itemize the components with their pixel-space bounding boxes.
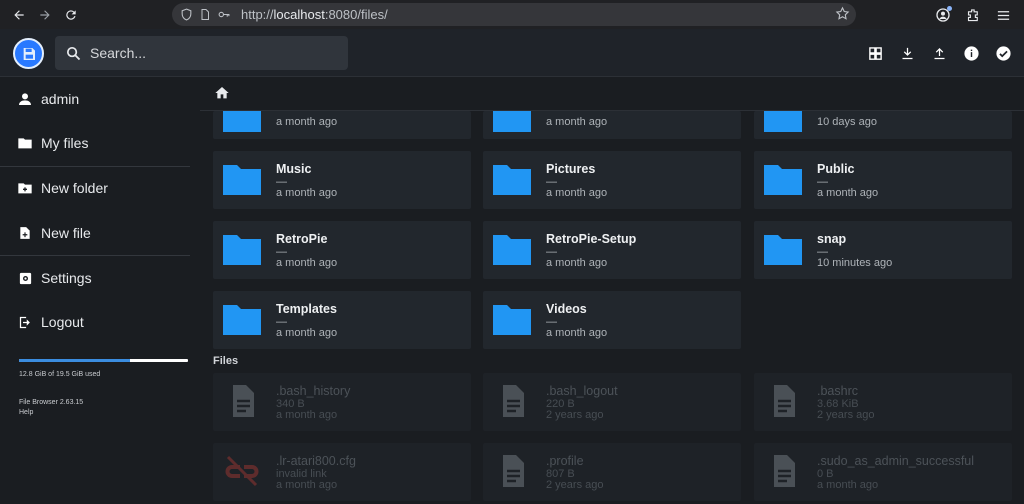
bookmark-star-icon[interactable] (835, 6, 850, 21)
folder-icon (223, 305, 261, 335)
back-icon[interactable] (6, 3, 32, 27)
shield-icon (180, 8, 193, 21)
folder-item[interactable]: Pictures — a month ago (483, 151, 741, 209)
files-section-label: Files (213, 355, 239, 367)
address-bar[interactable]: http://localhost:8080/files/ (172, 3, 856, 26)
key-icon (217, 8, 231, 21)
account-icon[interactable] (932, 4, 954, 26)
folder-item[interactable]: Videos — a month ago (483, 291, 741, 349)
search-icon (65, 45, 82, 62)
file-icon (503, 385, 524, 417)
sidebar-item-my-files[interactable]: My files (0, 123, 190, 163)
folder-item[interactable]: Templates — a month ago (213, 291, 471, 349)
storage-usage-bar (19, 359, 188, 362)
file-item[interactable]: .sudo_as_admin_successful 0 B a month ag… (754, 443, 1012, 501)
menu-icon[interactable] (992, 4, 1014, 26)
sidebar-item-new-folder[interactable]: New folder (0, 168, 190, 208)
sidebar-item-label: New folder (41, 180, 108, 196)
file-item[interactable]: .bash_logout 220 B 2 years ago (483, 373, 741, 431)
file-item[interactable]: .profile 807 B 2 years ago (483, 443, 741, 501)
file-icon (774, 385, 795, 417)
sidebar: admin My files New folder New file Setti… (0, 77, 200, 504)
folder-icon (223, 235, 261, 265)
app-header (0, 29, 1024, 77)
folder-icon (223, 165, 261, 195)
sidebar-divider (0, 255, 190, 256)
info-icon[interactable] (959, 41, 984, 66)
folder-item[interactable]: a month ago (213, 102, 471, 139)
folder-icon (493, 165, 531, 195)
file-icon (233, 385, 254, 417)
search-input[interactable] (90, 45, 320, 61)
sidebar-item-settings[interactable]: Settings (0, 258, 190, 298)
file-item[interactable]: .bashrc 3.68 KiB 2 years ago (754, 373, 1012, 431)
folder-item[interactable]: Music — a month ago (213, 151, 471, 209)
check-icon[interactable] (991, 41, 1016, 66)
reload-icon[interactable] (58, 3, 84, 27)
sidebar-item-label: Logout (41, 314, 84, 330)
settings-icon (16, 271, 34, 286)
logout-icon (16, 315, 34, 330)
filebrowser-logo[interactable] (13, 38, 44, 69)
folder-item[interactable]: snap — 10 minutes ago (754, 221, 1012, 279)
folder-item[interactable]: 10 days ago (754, 102, 1012, 139)
new-file-icon (16, 225, 34, 241)
sidebar-item-label: New file (41, 225, 91, 241)
download-icon[interactable] (895, 41, 920, 66)
sidebar-item-label: My files (41, 135, 89, 151)
search-box[interactable] (55, 36, 348, 70)
file-item[interactable]: .bash_history 340 B a month ago (213, 373, 471, 431)
file-icon (774, 455, 795, 487)
breadcrumb (200, 77, 1024, 111)
forward-icon[interactable] (32, 3, 58, 27)
sidebar-item-logout[interactable]: Logout (0, 302, 190, 342)
page-icon (199, 8, 211, 21)
sidebar-item-user[interactable]: admin (0, 79, 190, 119)
folder-icon (764, 165, 802, 195)
sidebar-item-new-file[interactable]: New file (0, 213, 190, 253)
new-folder-icon (16, 180, 34, 196)
sidebar-divider (0, 166, 190, 167)
file-listing: a month ago a month ago 10 days ago Musi… (200, 77, 1024, 504)
file-item[interactable]: .lr-atari800.cfg invalid link a month ag… (213, 443, 471, 501)
home-icon[interactable] (214, 85, 230, 101)
browser-toolbar: http://localhost:8080/files/ (0, 0, 1024, 29)
folder-item[interactable]: Public — a month ago (754, 151, 1012, 209)
folder-icon (16, 135, 34, 151)
storage-usage-fill (19, 359, 130, 362)
version-text: File Browser 2.63.15 (19, 399, 84, 406)
extensions-icon[interactable] (962, 4, 984, 26)
folder-item[interactable]: a month ago (483, 102, 741, 139)
broken-link-icon (225, 455, 259, 487)
folder-icon (764, 235, 802, 265)
sidebar-item-label: admin (41, 91, 80, 107)
help-link[interactable]: Help (19, 409, 33, 416)
folder-item[interactable]: RetroPie-Setup — a month ago (483, 221, 741, 279)
sidebar-item-label: Settings (41, 270, 92, 286)
storage-usage-text: 12.8 GiB of 19.5 GiB used (19, 371, 101, 378)
person-icon (16, 91, 34, 107)
url-text: http://localhost:8080/files/ (241, 7, 388, 22)
floppy-icon (23, 47, 35, 60)
folder-icon (493, 305, 531, 335)
file-icon (503, 455, 524, 487)
folder-item[interactable]: RetroPie — a month ago (213, 221, 471, 279)
grid-view-icon[interactable] (863, 41, 888, 66)
upload-icon[interactable] (927, 41, 952, 66)
folder-icon (493, 235, 531, 265)
